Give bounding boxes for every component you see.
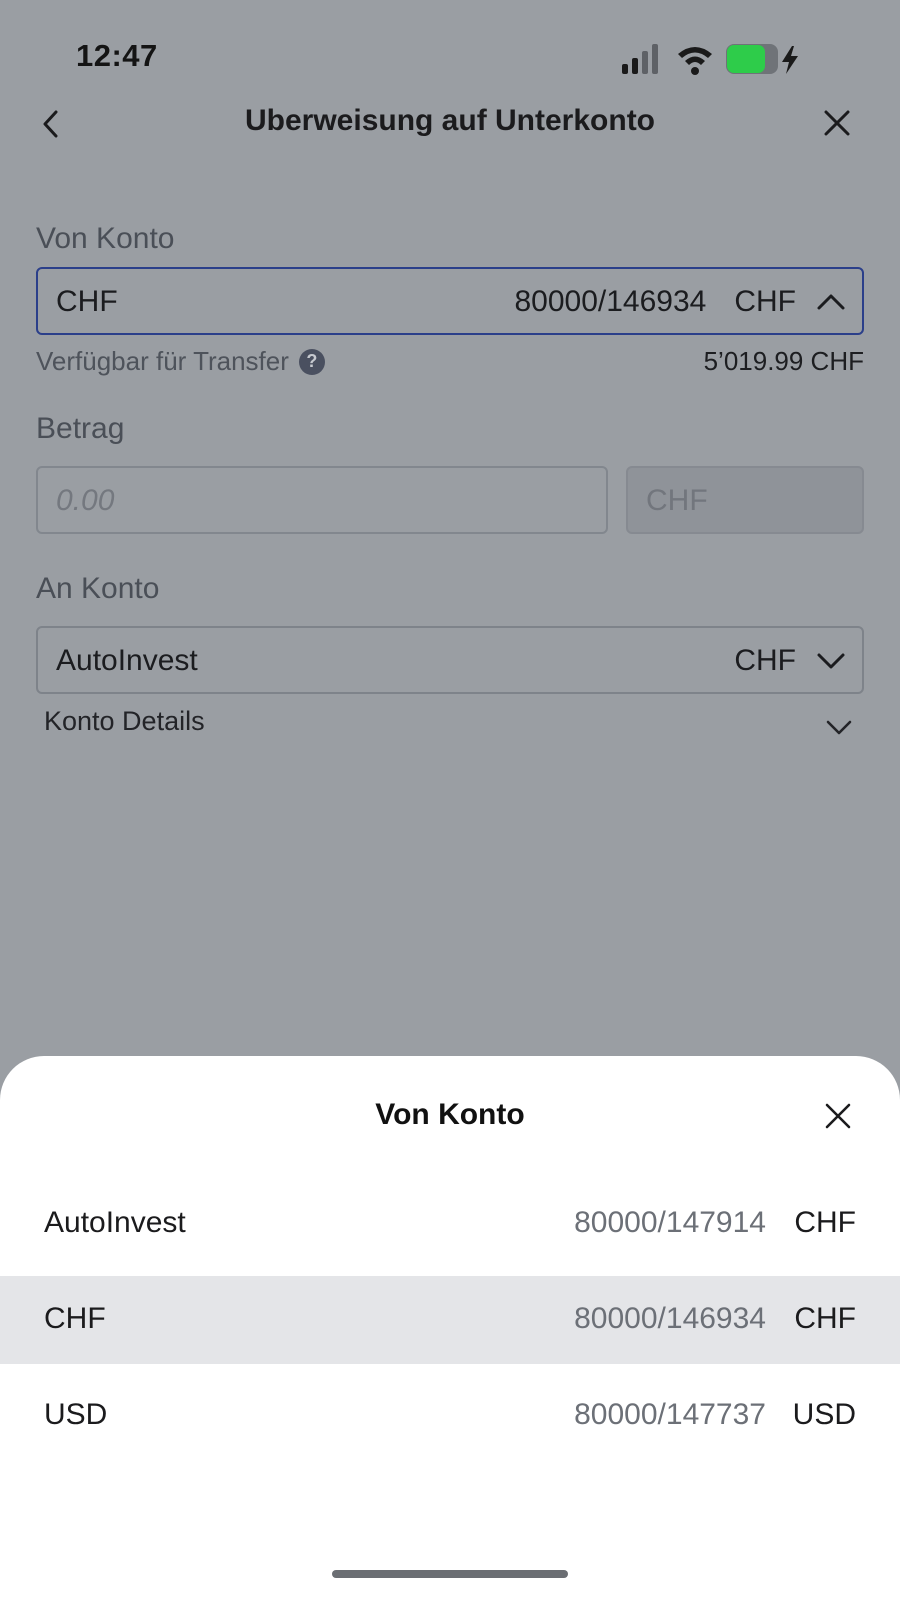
from-account-details: 80000/146934 CHF [514,285,846,319]
from-account-name: CHF [56,285,118,318]
help-icon[interactable]: ? [298,348,325,375]
to-account-details: CHF [734,644,846,678]
account-option-autoinvest[interactable]: AutoInvest 80000/147914 CHF [0,1180,900,1268]
amount-currency: CHF [626,466,864,534]
to-account-label: An Konto [36,572,160,605]
chevron-up-icon [817,294,845,310]
option-currency: CHF [794,1206,856,1239]
sheet-title: Von Konto [375,1098,525,1131]
account-details-toggle[interactable]: Konto Details [44,706,205,737]
account-option-usd[interactable]: USD 80000/147737 USD [0,1372,900,1460]
signal-icon [622,44,658,74]
wifi-icon [678,47,712,75]
from-account-label: Von Konto [36,222,175,255]
from-account-select[interactable]: CHF 80000/146934 CHF [36,267,864,335]
amount-currency-label: CHF [646,484,708,517]
from-account-currency: CHF [734,285,796,318]
to-account-name: AutoInvest [56,644,198,677]
option-number: 80000/147737 [574,1398,766,1431]
page-title: Uberweisung auf Unterkonto [244,104,656,137]
close-icon[interactable] [822,1100,854,1132]
status-icons [622,44,798,75]
option-currency: CHF [794,1302,856,1335]
to-account-currency: CHF [734,644,796,677]
account-picker-sheet: Von Konto AutoInvest 80000/147914 CHF CH… [0,1056,900,1600]
battery-icon [726,44,798,74]
option-name: CHF [44,1302,106,1335]
option-number: 80000/147914 [574,1206,766,1239]
to-account-select[interactable]: AutoInvest CHF [36,626,864,694]
screen: 12:47 Uberweisung auf Unterkonto Von Kon… [0,0,900,1600]
option-name: AutoInvest [44,1206,186,1239]
amount-label: Betrag [36,412,125,445]
option-name: USD [44,1398,108,1431]
available-for-transfer: Verfügbar für Transfer ? [36,346,325,377]
chevron-down-icon [817,653,845,669]
available-value: 5’019.99 CHF [703,346,864,376]
available-label: Verfügbar für Transfer [36,346,289,376]
account-option-chf[interactable]: CHF 80000/146934 CHF [0,1276,900,1364]
amount-placeholder: 0.00 [56,484,115,517]
chevron-down-icon[interactable] [824,712,854,742]
amount-input[interactable]: 0.00 [36,466,608,534]
close-icon[interactable] [820,106,854,140]
home-indicator[interactable] [332,1570,568,1578]
option-currency: USD [792,1398,856,1431]
from-account-number: 80000/146934 [514,285,707,318]
status-time: 12:47 [76,38,158,73]
option-number: 80000/146934 [574,1302,766,1335]
